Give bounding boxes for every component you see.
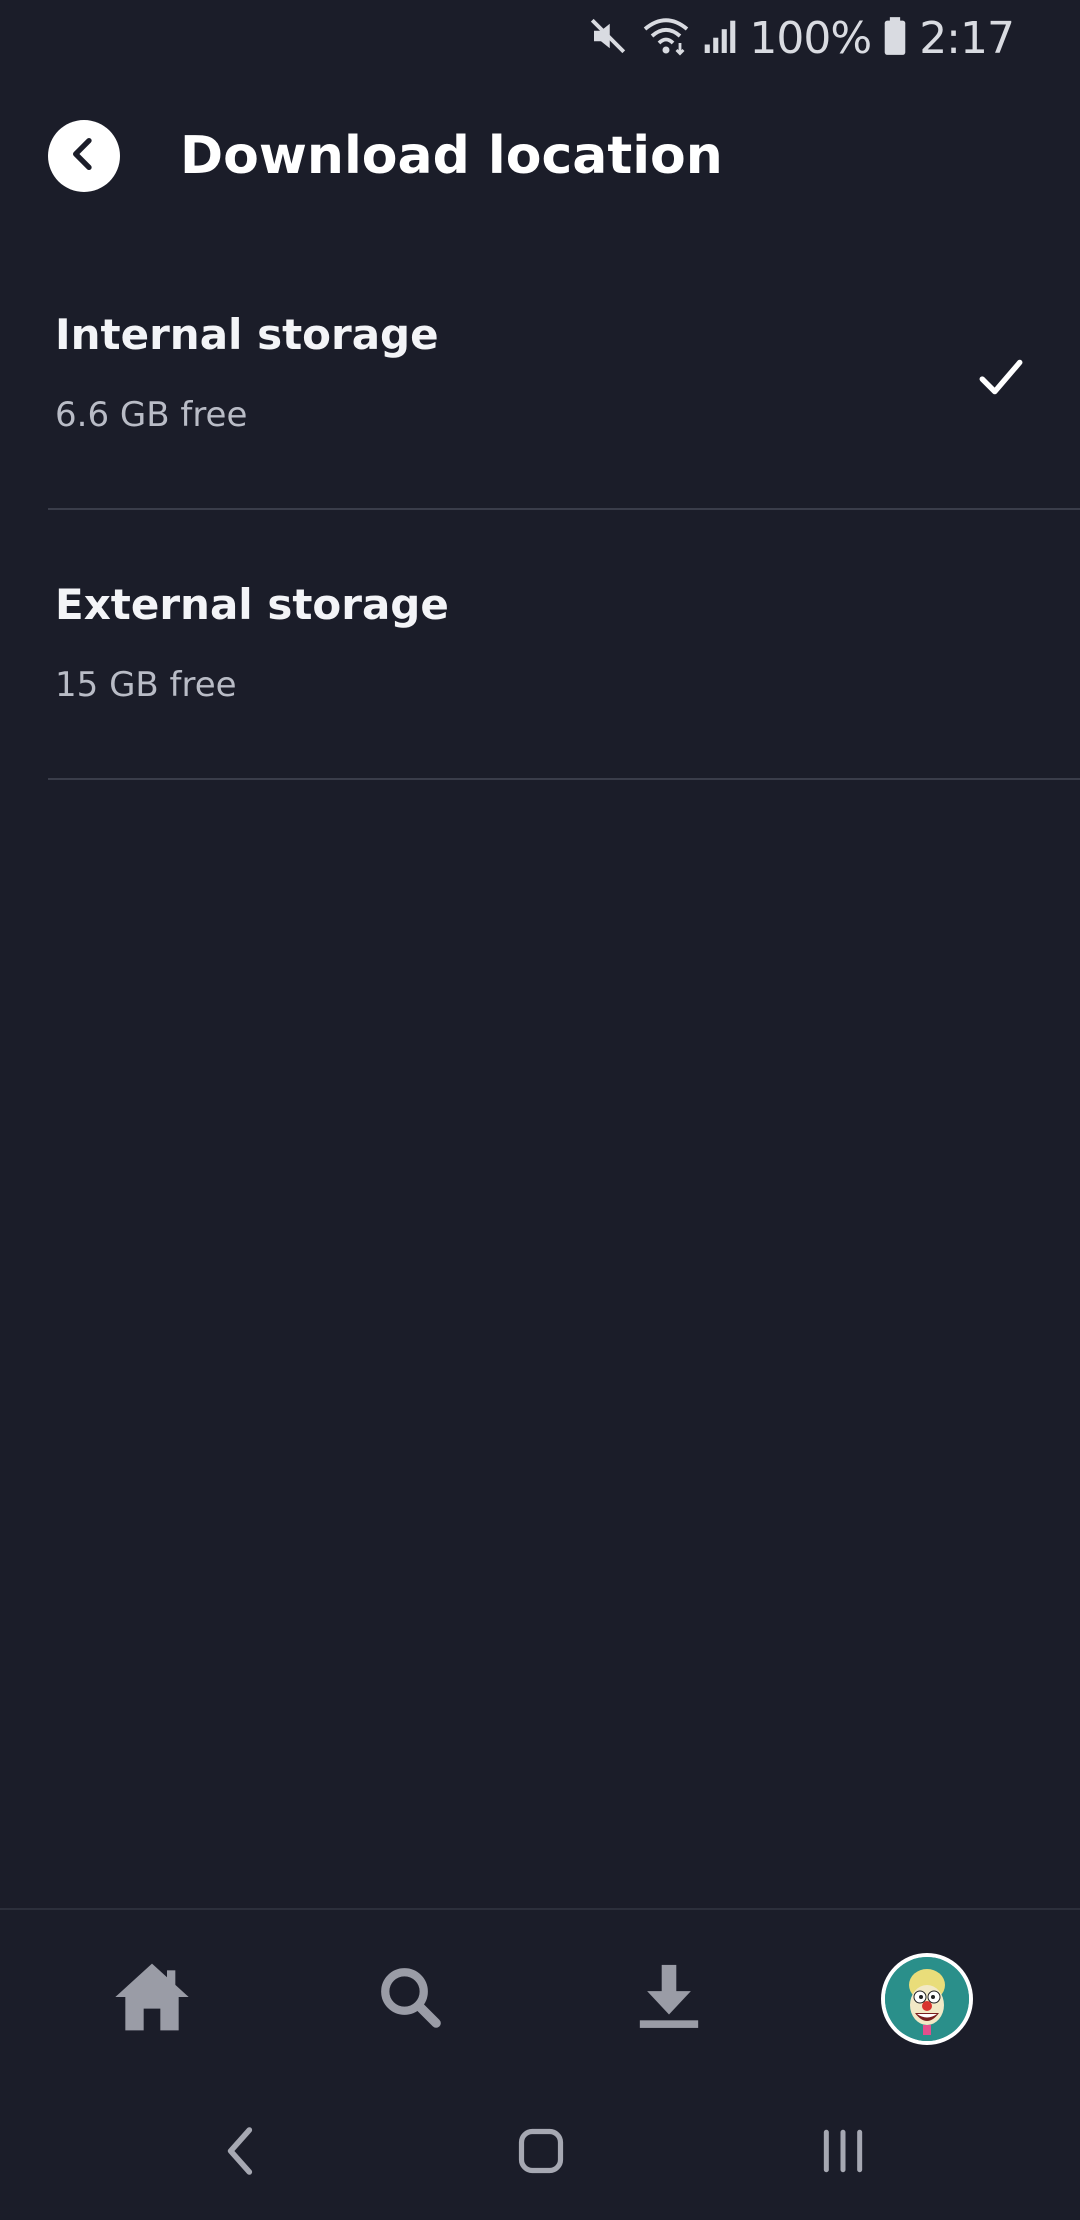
- option-title: External storage: [55, 580, 449, 629]
- home-icon: [112, 1960, 192, 2039]
- wifi-icon: [641, 15, 691, 62]
- option-title: Internal storage: [55, 310, 439, 359]
- system-recents-button[interactable]: [803, 2118, 883, 2188]
- back-icon: [220, 2123, 260, 2184]
- system-back-button[interactable]: [200, 2118, 280, 2188]
- nav-home[interactable]: [97, 1944, 207, 2054]
- back-button[interactable]: [48, 120, 120, 192]
- battery-icon: [883, 15, 907, 62]
- option-internal-storage[interactable]: Internal storage 6.6 GB free: [48, 240, 1080, 510]
- home-icon: [515, 2125, 567, 2182]
- mute-icon: [587, 15, 629, 62]
- system-nav: [0, 2090, 1080, 2220]
- avatar: [881, 1953, 973, 2045]
- battery-percent: 100%: [749, 12, 872, 64]
- nav-search[interactable]: [355, 1944, 465, 2054]
- option-free-space: 15 GB free: [55, 665, 237, 705]
- nav-profile[interactable]: [872, 1944, 982, 2054]
- option-external-storage[interactable]: External storage 15 GB free: [48, 510, 1080, 780]
- bottom-nav: [0, 1908, 1080, 2090]
- page-title: Download location: [180, 126, 723, 186]
- status-bar: 100% 2:17: [0, 0, 1080, 76]
- clock: 2:17: [919, 12, 1015, 64]
- back-arrow-icon: [64, 134, 104, 179]
- profile-avatar: [885, 1957, 969, 2041]
- option-free-space: 6.6 GB free: [55, 395, 248, 435]
- download-icon: [634, 1962, 704, 2037]
- check-icon: [976, 352, 1026, 402]
- nav-downloads[interactable]: [614, 1944, 724, 2054]
- signal-icon: [703, 15, 737, 62]
- recents-icon: [819, 2126, 867, 2181]
- search-icon: [377, 1964, 443, 2035]
- system-home-button[interactable]: [501, 2118, 581, 2188]
- status-icons: 100% 2:17: [587, 10, 1015, 66]
